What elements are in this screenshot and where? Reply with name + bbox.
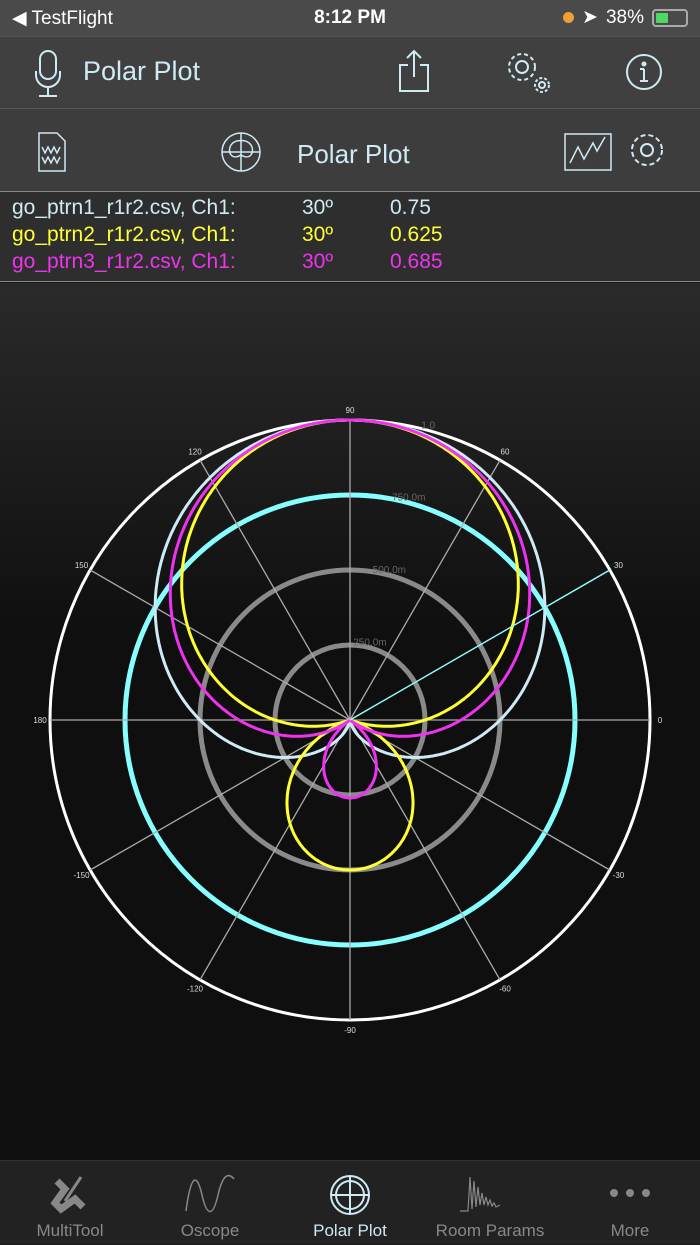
angle-spoke: [349, 719, 501, 981]
tab-polar-plot[interactable]: Polar Plot: [280, 1161, 420, 1245]
angle-label: 150: [75, 561, 89, 570]
angle-label: 180: [33, 716, 47, 725]
radial-label: 250.0m: [353, 638, 386, 649]
angle-label: 120: [188, 448, 202, 457]
nav-bar: Polar Plot: [0, 36, 700, 108]
waveform-file-icon[interactable]: [37, 131, 67, 173]
readout-file: go_ptrn2_r1r2.csv, Ch1:: [12, 223, 236, 246]
angle-spoke: [349, 719, 611, 871]
battery-icon: [652, 8, 688, 27]
radial-label: 500.0m: [373, 565, 406, 576]
angle-label: 30: [614, 561, 623, 570]
angle-label: 90: [346, 406, 355, 415]
chart-view-icon[interactable]: [564, 133, 612, 171]
angle-label: 60: [501, 448, 510, 457]
angle-spoke: [199, 719, 351, 981]
readout-value: 0.75: [390, 196, 431, 219]
readout-angle: 30º: [302, 250, 334, 273]
polar-plot[interactable]: 0 30 60 90 120 150 180 -150 -120 -90 -60 -30 250.0m 5…: [0, 283, 700, 1160]
polar-plot-tab-icon: [330, 1175, 370, 1215]
mic-indicator-icon: [563, 12, 575, 23]
polar-plot-icon[interactable]: [220, 131, 262, 173]
tab-bar: MultiTool Oscope Polar Plot Room Params …: [0, 1160, 700, 1244]
readout-file: go_ptrn1_r1r2.csv, Ch1:: [12, 196, 236, 219]
tab-more[interactable]: More: [560, 1161, 700, 1245]
readout-value: 0.685: [390, 250, 443, 273]
angle-label: -90: [344, 1026, 356, 1035]
tab-multitool[interactable]: MultiTool: [0, 1161, 140, 1245]
readout-value: 0.625: [390, 223, 443, 246]
cursor-line: [349, 569, 611, 721]
share-icon[interactable]: [396, 49, 432, 95]
plot-settings-gear-icon[interactable]: [628, 131, 666, 169]
tab-oscope[interactable]: Oscope: [140, 1161, 280, 1245]
more-dots-icon: [610, 1189, 650, 1197]
radial-label: 750.0m: [392, 493, 425, 504]
info-icon[interactable]: [625, 53, 663, 91]
polar-plot-area[interactable]: 0 30 60 90 120 150 180 -150 -120 -90 -60 -30 250.0m 5…: [0, 283, 700, 1160]
angle-spoke: [89, 569, 351, 721]
cursor-readouts: go_ptrn1_r1r2.csv, Ch1: 30º 0.75 go_ptrn2_r…: [0, 192, 700, 282]
plot-toolbar: Polar Plot: [0, 108, 700, 192]
readout-angle: 30º: [302, 223, 334, 246]
angle-spoke: [199, 459, 351, 721]
readout-angle: 30º: [302, 196, 334, 219]
battery-percent: 38%: [605, 6, 644, 28]
multitool-icon: [50, 1176, 86, 1214]
angle-label: -30: [613, 871, 625, 880]
location-icon: ➤: [582, 7, 598, 28]
angle-spoke: [89, 719, 351, 871]
status-bar: ◀ TestFlight 8:12 PM ➤ 38%: [0, 0, 700, 36]
readout-file: go_ptrn3_r1r2.csv, Ch1:: [12, 250, 236, 273]
radial-label: 1.0: [421, 420, 435, 431]
sine-wave-icon: [185, 1174, 235, 1213]
angle-label: -60: [499, 984, 511, 993]
decay-waveform-icon: [460, 1176, 501, 1212]
microphone-icon[interactable]: [30, 49, 66, 99]
angle-label: -120: [187, 984, 204, 993]
tab-room-params[interactable]: Room Params: [420, 1161, 560, 1245]
angle-label: 0: [658, 716, 663, 725]
plot-title: Polar Plot: [297, 139, 410, 169]
page-title: Polar Plot: [83, 56, 201, 86]
angle-label: -150: [74, 871, 91, 880]
settings-gears-icon[interactable]: [502, 47, 556, 97]
